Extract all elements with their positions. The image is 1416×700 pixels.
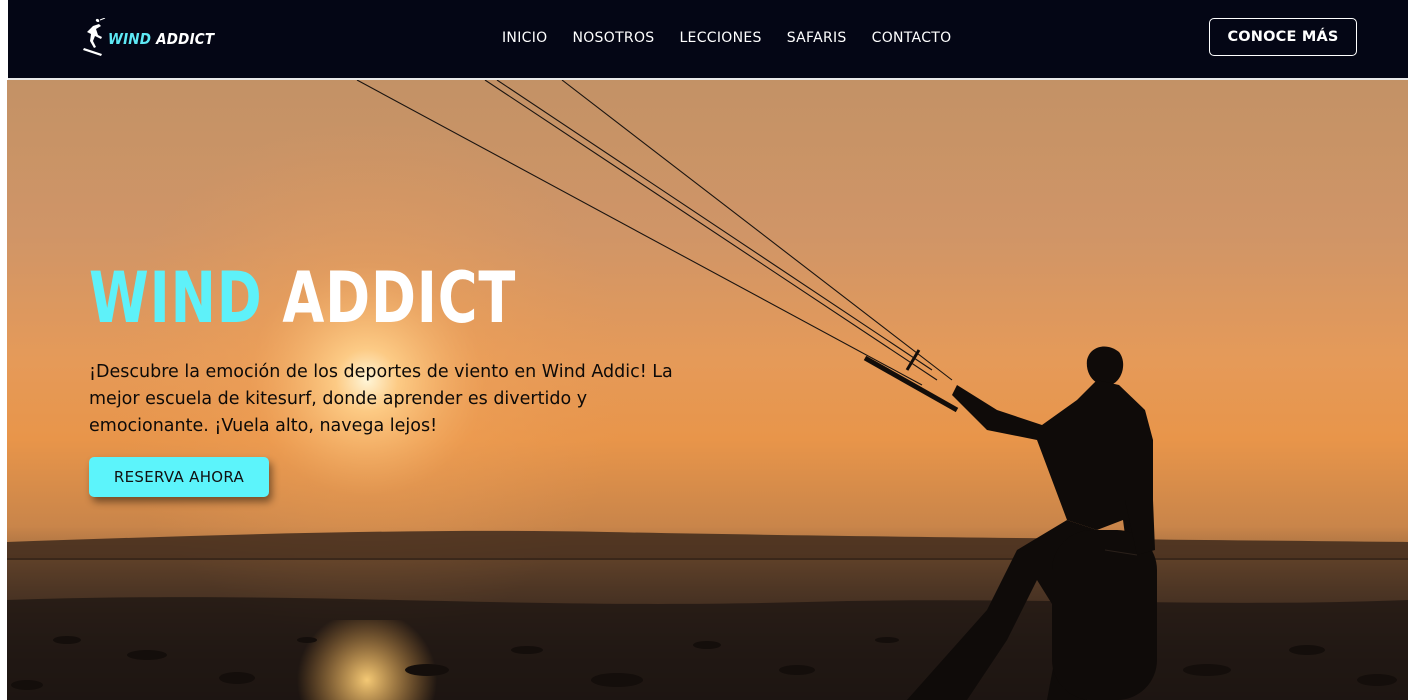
reserva-ahora-button[interactable]: RESERVA AHORA [89, 457, 269, 497]
kitesurfer-icon [83, 18, 106, 56]
hero-title: WIND ADDICT [89, 260, 516, 336]
top-navbar: WIND ADDICT INICIO NOSOTROS LECCIONES SA… [8, 0, 1408, 78]
nav-link-safaris[interactable]: SAFARIS [787, 30, 847, 46]
logo-text: WIND ADDICT [108, 30, 215, 48]
main-nav: INICIO NOSOTROS LECCIONES SAFARIS CONTAC… [502, 30, 951, 46]
nav-link-contacto[interactable]: CONTACTO [872, 30, 952, 46]
hero-section: WIND ADDICT ¡Descubre la emoción de los … [7, 80, 1408, 700]
nav-link-inicio[interactable]: INICIO [502, 30, 547, 46]
hero-title-main: ADDICT [282, 257, 517, 339]
hero-title-accent: WIND [89, 257, 263, 339]
nav-link-lecciones[interactable]: LECCIONES [679, 30, 761, 46]
nav-link-nosotros[interactable]: NOSOTROS [572, 30, 654, 46]
conoce-mas-button[interactable]: CONOCE MÁS [1209, 18, 1357, 56]
hero-description: ¡Descubre la emoción de los deportes de … [89, 362, 673, 436]
site-logo[interactable]: WIND ADDICT [82, 18, 214, 58]
